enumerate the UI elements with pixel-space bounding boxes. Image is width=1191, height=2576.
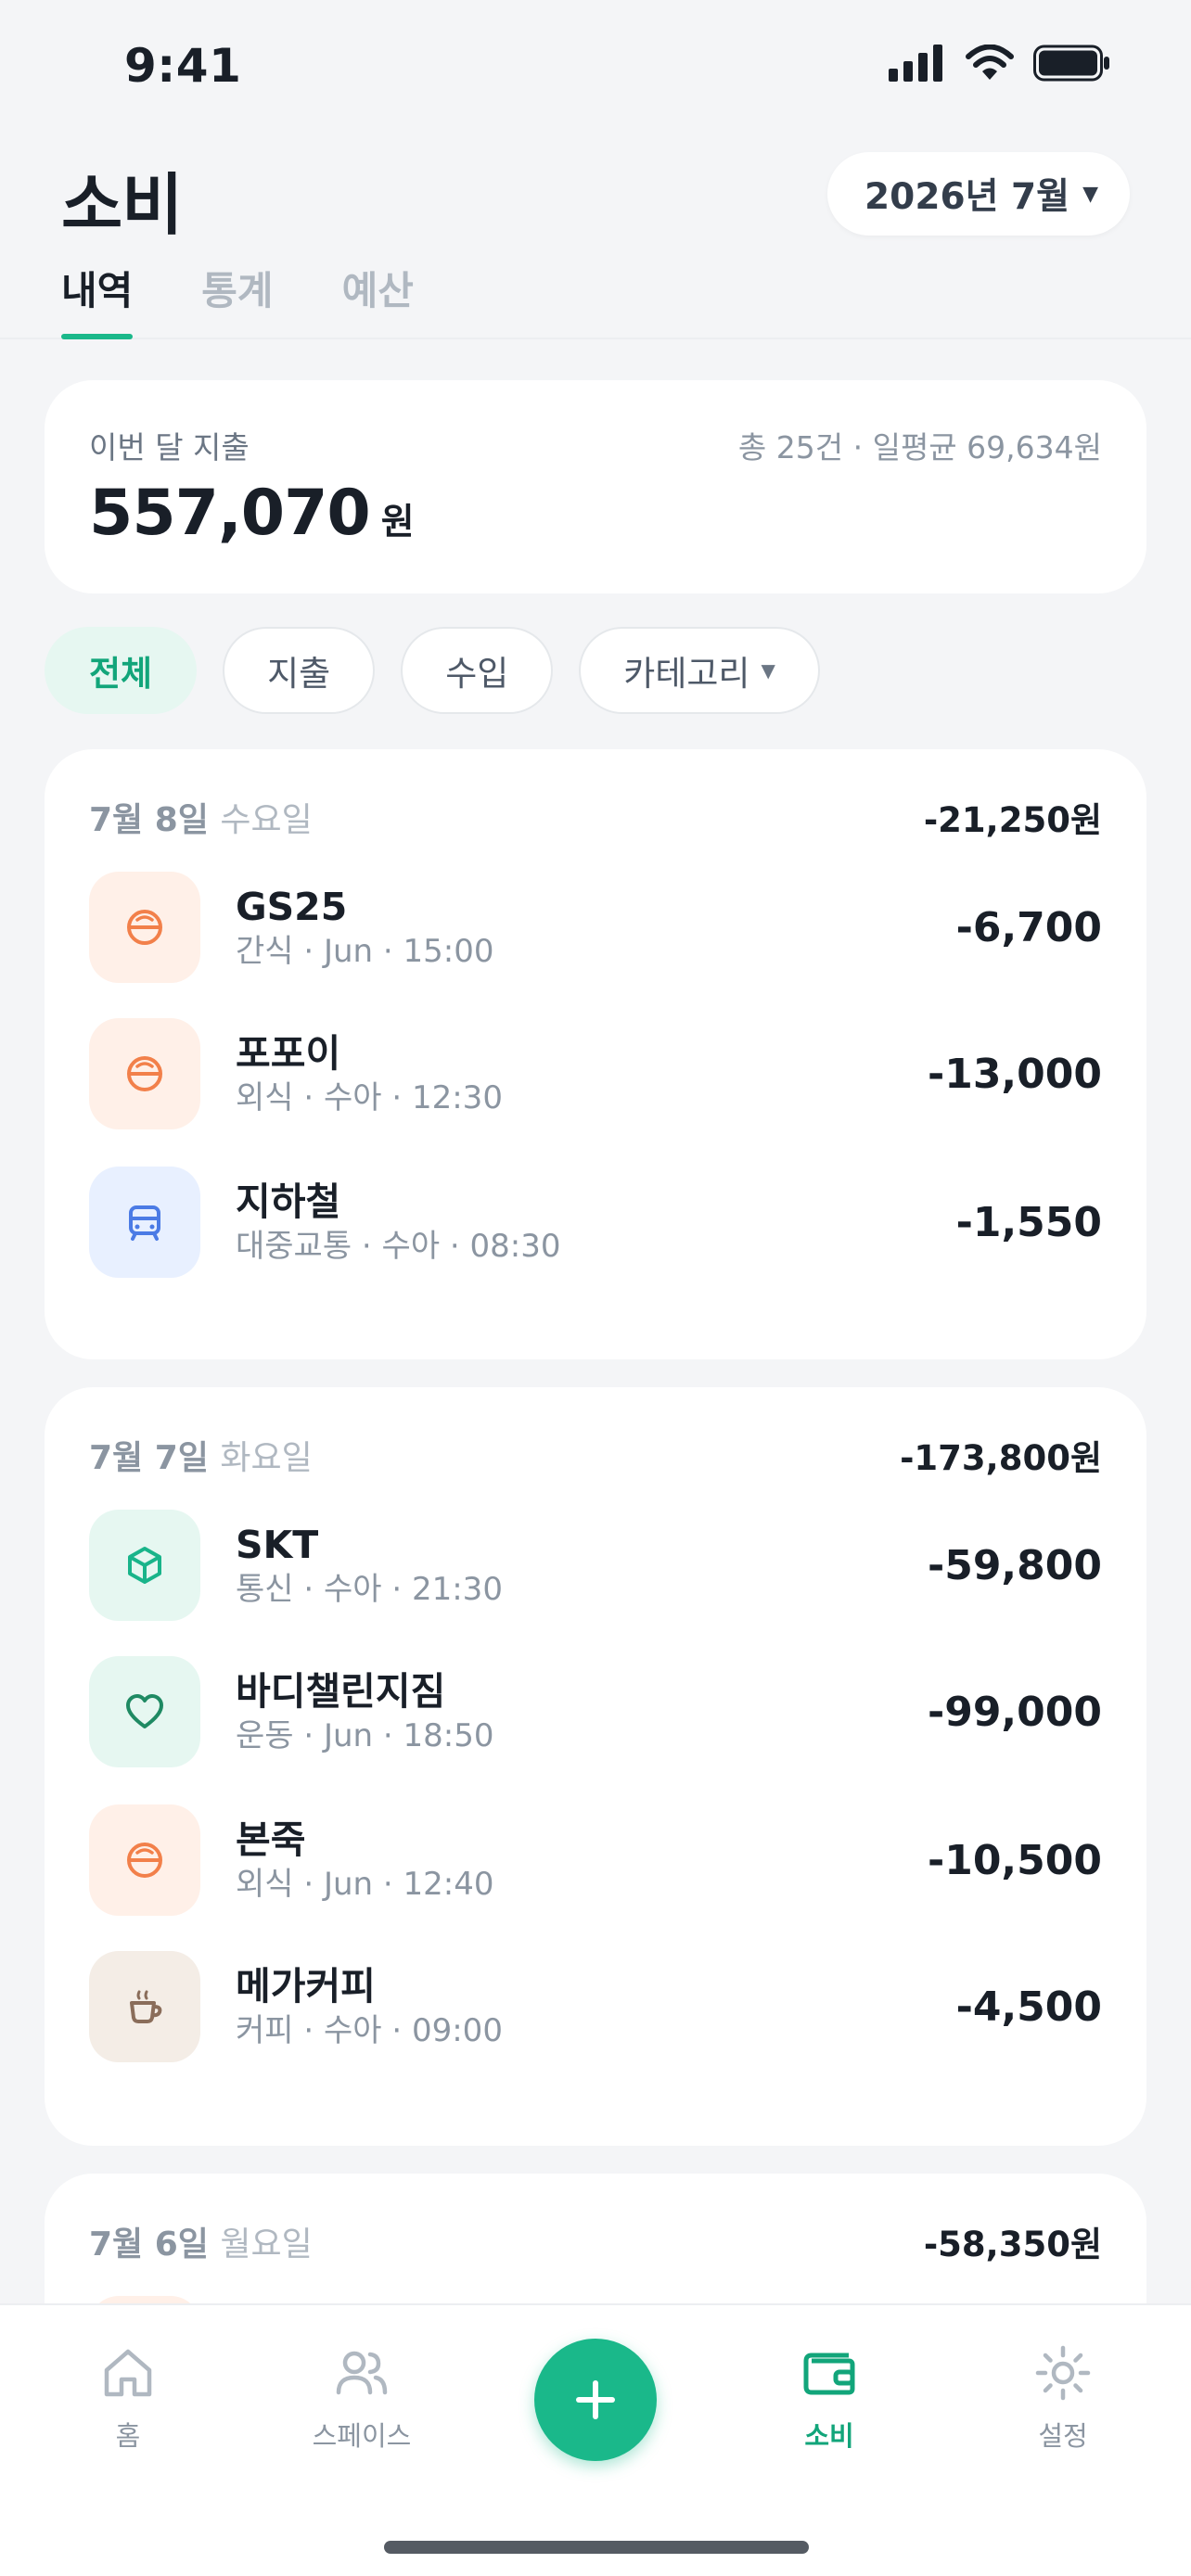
day-total: -21,250원	[923, 800, 1102, 840]
tab-bar: 내역 통계 예산	[61, 260, 414, 339]
transaction-detail: 외식 · 수아 · 12:30	[236, 1079, 503, 1116]
day-date: 7월 6일 월요일	[89, 2217, 313, 2265]
filter-expense-chip[interactable]: 지출	[223, 627, 376, 714]
day-group-card: 7월 8일 수요일 -21,250원 GS25 간식 · Jun · 15:00…	[45, 749, 1146, 1359]
tab-budget[interactable]: 예산	[342, 260, 414, 338]
day-date: 7월 8일 수요일	[89, 793, 313, 841]
day-date-label: 7월 7일	[89, 1439, 209, 1477]
day-date-label: 7월 8일	[89, 801, 209, 839]
day-header: 7월 6일 월요일 -58,350원	[89, 2216, 1102, 2266]
transaction-row[interactable]: 포포이 외식 · 수아 · 12:30 -13,000	[89, 1018, 1102, 1129]
transaction-name: 바디챌린지짐	[236, 1669, 446, 1714]
transaction-name: 포포이	[236, 1031, 341, 1076]
filter-income-chip[interactable]: 수입	[401, 627, 554, 714]
summary-amount-unit: 원	[380, 502, 415, 543]
transaction-detail: 대중교통 · 수아 · 08:30	[236, 1228, 561, 1265]
filter-all-chip[interactable]: 전체	[45, 627, 198, 714]
summary-meta: 총 25건 · 일평균 69,634원	[737, 429, 1102, 465]
day-date-label: 7월 6일	[89, 2225, 209, 2264]
transaction-name: 본죽	[236, 1817, 306, 1862]
tab-history[interactable]: 내역	[61, 260, 134, 339]
tab-stats[interactable]: 통계	[201, 260, 273, 338]
page-title: 소비	[61, 166, 183, 244]
nav-home[interactable]: 홈	[54, 2342, 202, 2454]
transaction-name: SKT	[236, 1523, 319, 1567]
summary-amount-value: 557,070	[89, 477, 371, 550]
add-transaction-button[interactable]	[534, 2339, 657, 2461]
transaction-amount: -10,500	[927, 1836, 1102, 1884]
transaction-row[interactable]: 메가커피 커피 · 수아 · 09:00 -4,500	[89, 1951, 1102, 2062]
day-of-week: 화요일	[220, 1439, 313, 1477]
day-total: -173,800원	[900, 1438, 1102, 1478]
transaction-name: GS25	[236, 885, 348, 929]
transaction-row[interactable]: 바디챌린지짐 운동 · Jun · 18:50 -99,000	[89, 1656, 1102, 1767]
gear-icon	[1035, 2345, 1091, 2401]
caret-down-icon: ▼	[1082, 182, 1098, 206]
nav-settings[interactable]: 설정	[989, 2342, 1137, 2454]
filter-category-chip[interactable]: 카테고리 ▼	[579, 627, 820, 714]
day-date: 7월 7일 화요일	[89, 1431, 313, 1479]
nav-home-label: 홈	[115, 2420, 141, 2452]
filter-category-label: 카테고리	[623, 654, 750, 694]
transaction-amount: -59,800	[927, 1541, 1102, 1589]
transaction-row[interactable]: GS25 간식 · Jun · 15:00 -6,700	[89, 872, 1102, 983]
box-icon	[89, 1510, 200, 1621]
food-icon	[89, 1018, 200, 1129]
day-group-card: 7월 7일 화요일 -173,800원 SKT 통신 · 수아 · 21:30 …	[45, 1387, 1146, 2146]
status-icons	[889, 45, 1111, 82]
transaction-amount: -4,500	[955, 1983, 1102, 2031]
bottom-navigation: 홈 스페이스 소비 설정	[0, 2303, 1191, 2576]
transaction-name: 메가커피	[236, 1964, 376, 2009]
month-picker-button[interactable]: 2026년 7월 ▼	[827, 152, 1130, 236]
subway-icon	[89, 1167, 200, 1278]
plus-icon	[576, 2380, 615, 2419]
coffee-icon	[89, 1951, 200, 2062]
transaction-amount: -13,000	[927, 1050, 1102, 1098]
nav-spending[interactable]: 소비	[755, 2342, 903, 2454]
day-of-week: 수요일	[220, 801, 313, 839]
home-icon	[104, 2349, 152, 2397]
transaction-detail: 외식 · Jun · 12:40	[236, 1866, 494, 1903]
nav-spaces-label: 스페이스	[312, 2420, 412, 2452]
spending-screen: 9:41 소비 2026년 7월 ▼ 내역 통계 예산 이번 달 지출 총 25…	[0, 0, 1191, 2576]
battery-icon	[1033, 45, 1109, 82]
nav-settings-label: 설정	[1038, 2420, 1088, 2452]
transaction-detail: 간식 · Jun · 15:00	[236, 933, 494, 970]
day-total: -58,350원	[923, 2225, 1102, 2264]
heart-icon	[89, 1656, 200, 1767]
transaction-row[interactable]: 지하철 대중교통 · 수아 · 08:30 -1,550	[89, 1167, 1102, 1278]
nav-spaces[interactable]: 스페이스	[288, 2342, 436, 2454]
transaction-amount: -1,550	[955, 1198, 1102, 1246]
cellular-signal-icon	[889, 45, 942, 82]
transaction-name: 지하철	[236, 1180, 341, 1224]
status-time: 9:41	[124, 39, 242, 93]
people-icon	[336, 2351, 388, 2395]
transaction-detail: 통신 · 수아 · 21:30	[236, 1571, 503, 1608]
filter-chips: 전체 지출 수입 카테고리 ▼	[45, 627, 820, 714]
wifi-icon	[966, 45, 1014, 80]
day-header: 7월 8일 수요일 -21,250원	[89, 792, 1102, 842]
transaction-detail: 운동 · Jun · 18:50	[236, 1717, 494, 1754]
monthly-summary-card: 이번 달 지출 총 25건 · 일평균 69,634원 557,070 원	[45, 380, 1146, 593]
status-bar: 9:41	[0, 0, 1191, 130]
home-indicator	[384, 2541, 809, 2554]
transaction-amount: -99,000	[927, 1688, 1102, 1736]
transaction-detail: 커피 · 수아 · 09:00	[236, 2012, 503, 2049]
summary-amount: 557,070 원	[89, 477, 415, 550]
day-of-week: 월요일	[220, 2225, 313, 2264]
wallet-icon	[803, 2353, 855, 2395]
summary-label: 이번 달 지출	[89, 429, 250, 465]
transaction-row[interactable]: 본죽 외식 · Jun · 12:40 -10,500	[89, 1804, 1102, 1916]
transaction-row[interactable]: SKT 통신 · 수아 · 21:30 -59,800	[89, 1510, 1102, 1621]
nav-spending-label: 소비	[804, 2420, 854, 2452]
caret-down-icon: ▼	[761, 659, 775, 682]
header: 소비 2026년 7월 ▼ 내역 통계 예산	[0, 130, 1191, 339]
day-header: 7월 7일 화요일 -173,800원	[89, 1430, 1102, 1480]
month-label: 2026년 7월	[864, 176, 1070, 218]
transaction-amount: -6,700	[955, 903, 1102, 951]
food-icon	[89, 872, 200, 983]
food-icon	[89, 1804, 200, 1916]
